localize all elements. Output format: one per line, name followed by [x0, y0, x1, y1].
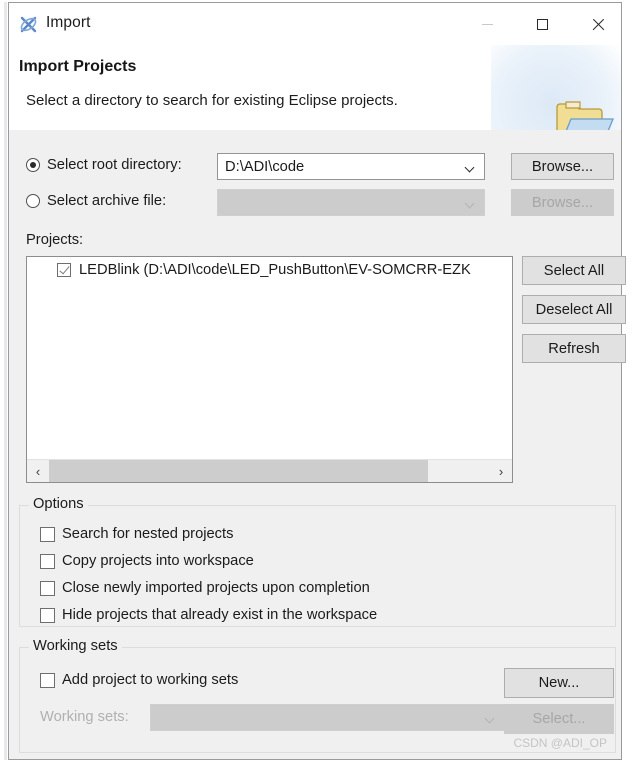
chevron-down-icon-disabled — [486, 715, 495, 721]
maximize-button[interactable] — [519, 3, 565, 46]
scrollbar-track[interactable] — [428, 460, 490, 482]
options-group: Options Search for nested projects Copy … — [19, 496, 616, 627]
checkbox-add-project-to-working-sets[interactable]: Add project to working sets — [40, 672, 238, 688]
list-item[interactable]: LEDBlink (D:\ADI\code\LED_PushButton\EV-… — [27, 257, 512, 283]
new-working-set-button[interactable]: New... — [504, 668, 614, 698]
select-all-button[interactable]: Select All — [522, 256, 626, 285]
scrollbar-thumb[interactable] — [49, 460, 428, 482]
browse-root-directory-button[interactable]: Browse... — [511, 153, 614, 180]
working-sets-combo-label: Working sets: — [40, 709, 129, 725]
scroll-right-arrow-icon[interactable]: › — [490, 460, 512, 482]
maximize-icon — [536, 19, 548, 30]
checkbox-copy-projects-into-workspace[interactable]: Copy projects into workspace — [40, 553, 254, 569]
radio-archive-file[interactable]: Select archive file: — [26, 193, 166, 209]
projects-label: Projects: — [26, 232, 84, 248]
working-sets-group-title: Working sets — [29, 638, 122, 654]
minimize-icon — [481, 23, 493, 25]
import-dialog: Import Import Projects Select a director… — [8, 2, 626, 760]
refresh-button[interactable]: Refresh — [522, 334, 626, 363]
deselect-all-button[interactable]: Deselect All — [522, 295, 626, 324]
checkbox-label: Hide projects that already exist in the … — [62, 607, 378, 623]
checkbox-indicator — [40, 553, 55, 569]
watermark: CSDN @ADI_OP — [513, 736, 607, 750]
minimize-button[interactable] — [464, 3, 510, 46]
checkbox-indicator — [40, 580, 55, 596]
options-group-title: Options — [29, 496, 88, 512]
projects-list[interactable]: LEDBlink (D:\ADI\code\LED_PushButton\EV-… — [26, 256, 513, 483]
radio-archive-file-label: Select archive file: — [47, 193, 167, 209]
window-inner-edge — [4, 2, 7, 760]
archive-file-combo — [217, 189, 485, 216]
checkbox-search-nested-projects[interactable]: Search for nested projects — [40, 526, 233, 542]
working-sets-combo — [150, 704, 505, 731]
root-directory-value: D:\ADI\code — [225, 158, 305, 175]
select-working-set-button: Select... — [504, 704, 614, 734]
radio-archive-file-indicator — [26, 194, 40, 208]
checkbox-indicator — [40, 607, 55, 623]
checkbox-label: Search for nested projects — [62, 526, 234, 542]
radio-root-directory-indicator — [26, 158, 40, 172]
eclipse-import-icon — [20, 16, 37, 33]
horizontal-scrollbar[interactable]: ‹ › — [27, 459, 512, 482]
project-checkbox[interactable] — [57, 263, 71, 277]
checkbox-indicator — [40, 526, 55, 542]
checkbox-label: Add project to working sets — [62, 672, 239, 688]
window-title: Import — [46, 14, 91, 31]
checkbox-hide-existing-projects[interactable]: Hide projects that already exist in the … — [40, 607, 377, 623]
close-button[interactable] — [575, 3, 621, 46]
checkbox-label: Copy projects into workspace — [62, 553, 254, 569]
dialog-body: Select root directory: D:\ADI\code Brows… — [9, 131, 626, 759]
root-directory-combo[interactable]: D:\ADI\code — [217, 153, 485, 180]
checkbox-label: Close newly imported projects upon compl… — [62, 580, 370, 596]
project-label: LEDBlink (D:\ADI\code\LED_PushButton\EV-… — [79, 262, 471, 278]
checkbox-close-newly-imported-projects[interactable]: Close newly imported projects upon compl… — [40, 580, 370, 596]
projects-list-rows: LEDBlink (D:\ADI\code\LED_PushButton\EV-… — [27, 257, 512, 460]
page-description: Select a directory to search for existin… — [26, 92, 398, 109]
chevron-down-icon — [466, 164, 475, 170]
browse-archive-file-button: Browse... — [511, 189, 614, 216]
wizard-header: Import Projects Select a directory to se… — [9, 45, 621, 130]
radio-root-directory-label: Select root directory: — [47, 157, 182, 173]
open-folder-icon — [556, 101, 614, 130]
working-sets-group: Working sets Add project to working sets… — [19, 638, 616, 753]
title-bar: Import — [9, 2, 621, 45]
chevron-down-icon-disabled — [466, 200, 475, 206]
close-icon — [591, 18, 605, 32]
window-outer-edge — [0, 2, 3, 760]
radio-root-directory[interactable]: Select root directory: — [26, 157, 182, 173]
scroll-left-arrow-icon[interactable]: ‹ — [27, 460, 49, 482]
checkbox-indicator — [40, 672, 55, 688]
page-title: Import Projects — [19, 58, 137, 75]
